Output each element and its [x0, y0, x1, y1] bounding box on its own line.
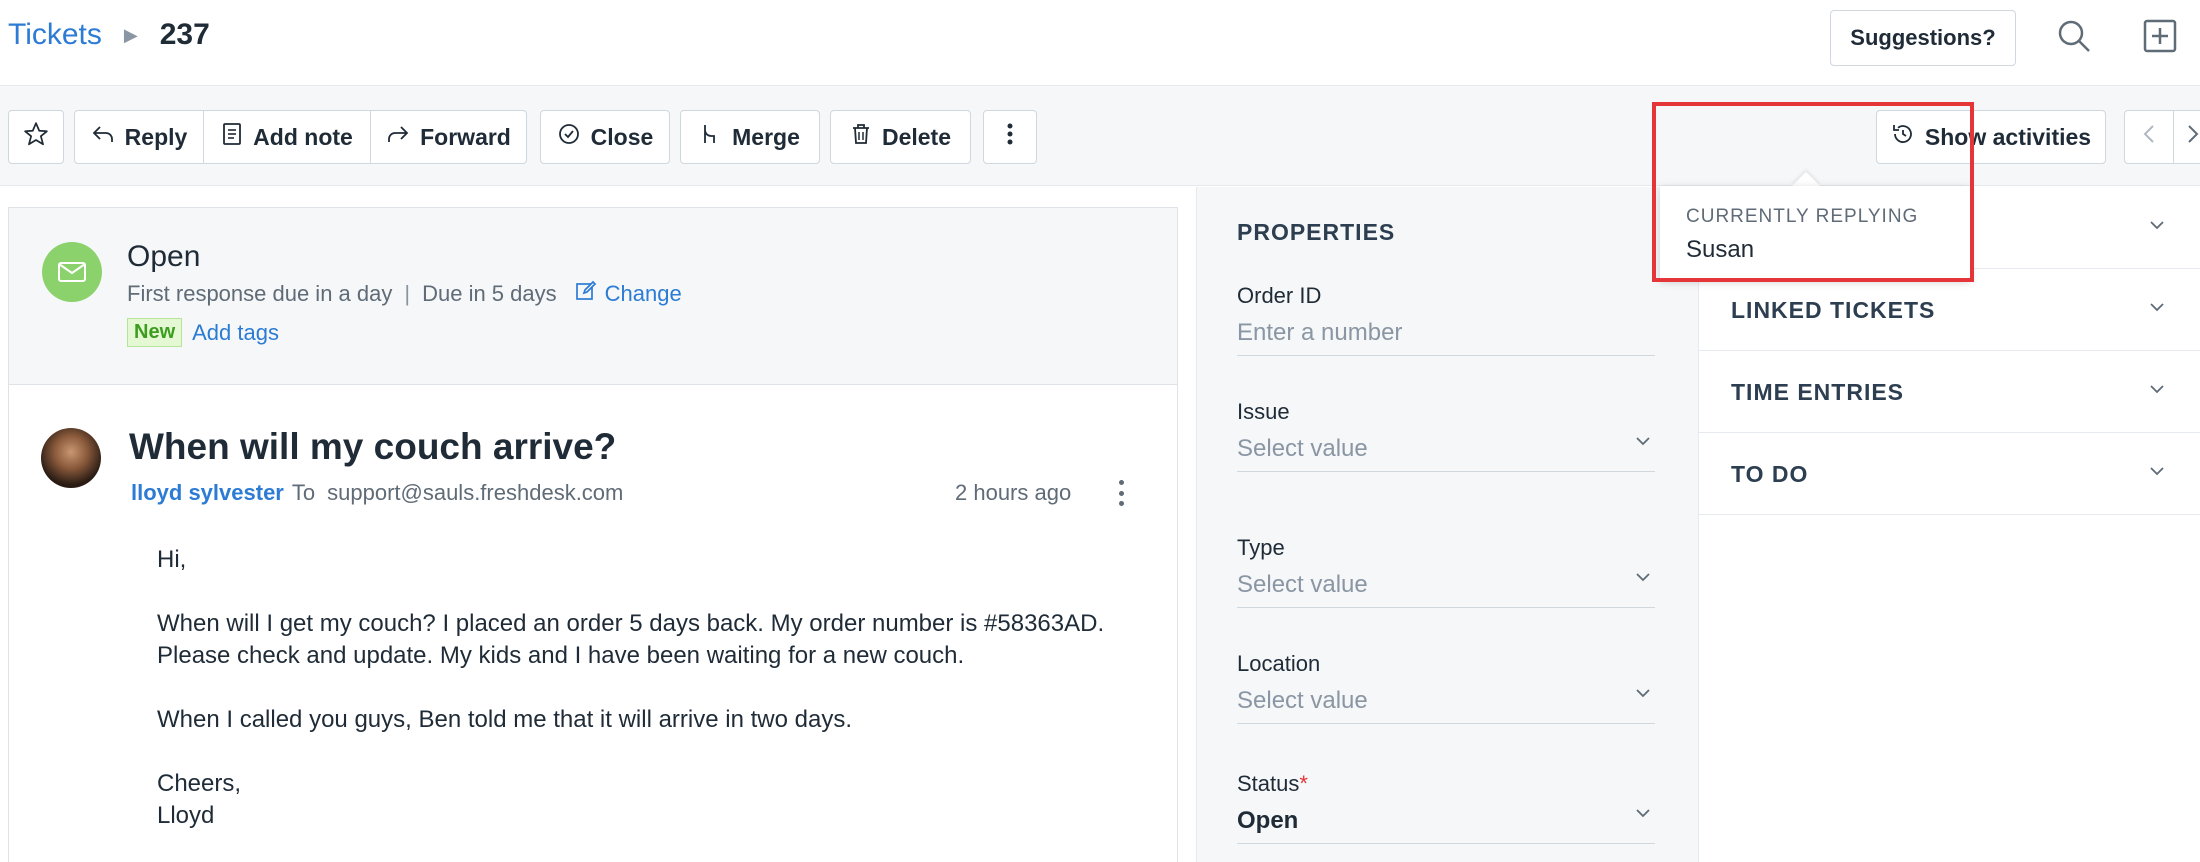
add-tags-link[interactable]: Add tags — [192, 320, 279, 346]
message-timestamp: 2 hours ago — [955, 480, 1072, 505]
delete-button[interactable]: Delete — [830, 110, 971, 164]
location-value: Select value — [1237, 687, 1368, 714]
order-id-field[interactable]: Order ID Enter a number — [1237, 283, 1655, 356]
sla-due-info: First response due in a day | Due in 5 d… — [127, 280, 682, 308]
message-signature: Lloyd — [157, 802, 215, 829]
first-response-due: First response due in a day — [127, 281, 393, 306]
recipient-email: support@sauls.freshdesk.com — [327, 480, 624, 505]
breadcrumb: Tickets ▶ 237 — [8, 18, 210, 52]
chevron-right-icon — [2186, 123, 2200, 151]
breadcrumb-separator-icon: ▶ — [123, 24, 138, 45]
sender-name-link[interactable]: lloyd sylvester — [131, 480, 284, 506]
edit-icon — [575, 280, 597, 308]
avatar — [41, 428, 101, 488]
required-mark: * — [1299, 771, 1308, 796]
order-id-input[interactable]: Enter a number — [1237, 319, 1655, 355]
type-value: Select value — [1237, 571, 1368, 598]
properties-title: PROPERTIES — [1237, 219, 1396, 245]
location-label: Location — [1237, 651, 1321, 676]
envelope-icon — [42, 242, 102, 302]
check-circle-icon — [557, 122, 581, 152]
chevron-down-icon — [2149, 463, 2165, 481]
message-greeting: Hi, — [157, 546, 187, 573]
resolution-due: Due in 5 days — [422, 281, 557, 306]
tag-row: New Add tags — [127, 318, 279, 347]
section-to-do[interactable]: TO DO — [1699, 433, 2200, 515]
suggestions-button[interactable]: Suggestions? — [1830, 10, 2016, 66]
note-icon — [221, 122, 243, 152]
order-id-label: Order ID — [1237, 283, 1322, 308]
merge-label: Merge — [732, 123, 800, 150]
add-new-icon[interactable] — [2140, 16, 2180, 56]
issue-value: Select value — [1237, 435, 1368, 462]
to-label: To — [291, 480, 316, 505]
forward-label: Forward — [420, 123, 511, 150]
chevron-down-icon — [1635, 433, 1651, 451]
close-ticket-button[interactable]: Close — [540, 110, 670, 164]
section-title: LINKED TICKETS — [1731, 297, 1936, 323]
message-meta: lloyd sylvester To support@sauls.freshde… — [131, 480, 623, 506]
next-ticket-button[interactable] — [2173, 110, 2200, 164]
star-icon — [23, 121, 49, 153]
status-label: Status* — [1237, 771, 1655, 797]
reply-button[interactable]: Reply — [74, 110, 204, 164]
section-time-entries[interactable]: TIME ENTRIES — [1699, 351, 2200, 433]
message-body: Hi, When will I get my couch? I placed a… — [157, 544, 1117, 832]
chevron-down-icon — [1635, 805, 1651, 823]
close-label: Close — [590, 123, 654, 150]
chevron-down-icon — [2149, 217, 2165, 235]
issue-select[interactable]: Issue Select value — [1237, 399, 1655, 472]
properties-panel: PROPERTIES Order ID Enter a number Issue… — [1196, 187, 1698, 862]
ticket-conversation: Open First response due in a day | Due i… — [8, 207, 1178, 862]
new-badge: New — [127, 318, 183, 347]
more-actions-button[interactable] — [983, 110, 1037, 164]
chevron-down-icon — [1635, 685, 1651, 703]
top-bar: Tickets ▶ 237 Suggestions? — [0, 0, 2200, 86]
chevron-left-icon — [2142, 123, 2156, 151]
message-paragraph: When will I get my couch? I placed an or… — [157, 610, 1105, 669]
breadcrumb-tickets-link[interactable]: Tickets — [8, 18, 102, 52]
add-note-label: Add note — [253, 123, 353, 150]
location-select[interactable]: Location Select value — [1237, 651, 1655, 724]
previous-ticket-button[interactable] — [2124, 110, 2174, 164]
ticket-status-card: Open First response due in a day | Due i… — [9, 208, 1177, 385]
highlight-box — [1652, 102, 1974, 282]
status-select[interactable]: Status* Open — [1237, 771, 1655, 844]
more-vertical-icon — [1007, 122, 1013, 152]
message-closing: Cheers, — [157, 770, 242, 797]
section-title: TO DO — [1731, 461, 1809, 487]
type-select[interactable]: Type Select value — [1237, 535, 1655, 608]
chevron-down-icon — [2149, 299, 2165, 317]
forward-icon — [386, 122, 410, 152]
chevron-down-icon — [2149, 381, 2165, 399]
message-paragraph: When I called you guys, Ben told me that… — [157, 706, 852, 733]
star-button[interactable] — [8, 110, 64, 164]
ticket-id: 237 — [159, 18, 210, 51]
reply-icon — [91, 122, 115, 152]
message-options-icon[interactable] — [1111, 480, 1131, 506]
merge-icon — [700, 122, 722, 152]
status-value: Open — [1237, 807, 1299, 834]
trash-icon — [850, 122, 872, 152]
search-icon[interactable] — [2054, 16, 2094, 56]
chevron-down-icon — [1635, 569, 1651, 587]
change-due-link[interactable]: Change — [575, 280, 682, 308]
section-title: TIME ENTRIES — [1731, 379, 1905, 405]
status-label-text: Status — [1237, 771, 1300, 796]
reply-label: Reply — [124, 123, 188, 150]
change-label: Change — [604, 281, 682, 306]
merge-button[interactable]: Merge — [680, 110, 820, 164]
ticket-status-title: Open — [127, 240, 201, 273]
add-note-button[interactable]: Add note — [203, 110, 371, 164]
delete-label: Delete — [881, 123, 952, 150]
type-label: Type — [1237, 535, 1285, 560]
forward-button[interactable]: Forward — [370, 110, 527, 164]
side-sections-panel: LINKED TICKETS TIME ENTRIES TO DO — [1698, 187, 2200, 862]
issue-label: Issue — [1237, 399, 1290, 424]
divider: | — [404, 281, 411, 306]
ticket-subject: When will my couch arrive? — [129, 426, 617, 467]
